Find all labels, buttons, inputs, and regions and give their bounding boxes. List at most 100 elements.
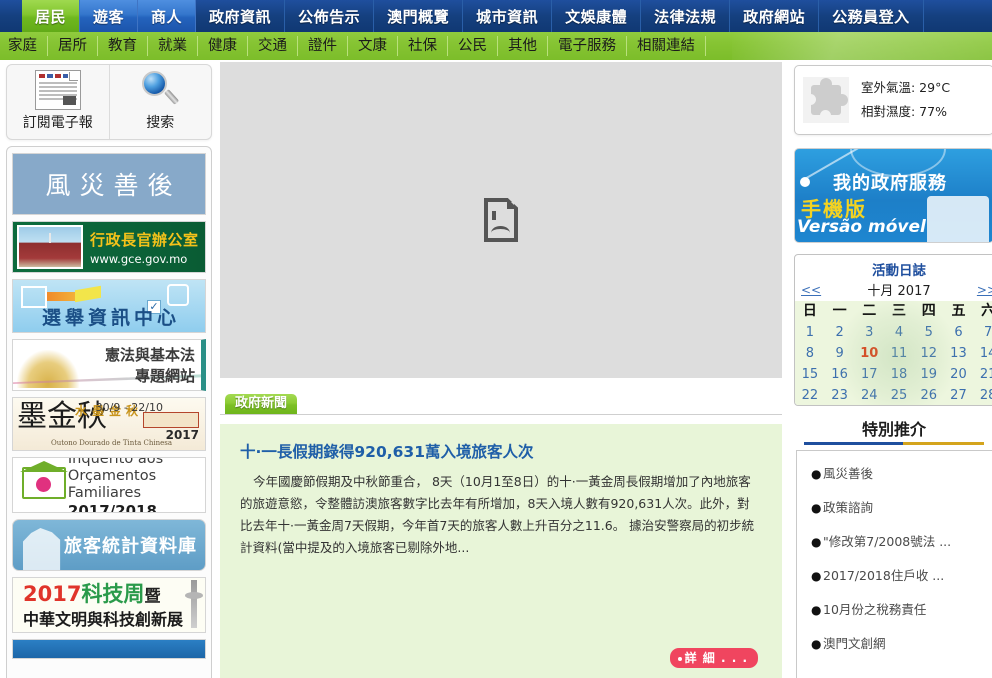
subnav-item-0[interactable]: 家庭 bbox=[0, 36, 48, 56]
calendar-day[interactable]: 2 bbox=[825, 322, 855, 343]
calendar-day[interactable]: 3 bbox=[854, 322, 884, 343]
subnav-item-5[interactable]: 交通 bbox=[248, 36, 298, 56]
banner-chief-executive-office[interactable]: 行政長官辦公室 www.gce.gov.mo bbox=[12, 221, 206, 273]
nav-tab-9[interactable]: 政府網站 bbox=[730, 0, 820, 32]
calendar-title: 活動日誌 bbox=[872, 263, 926, 279]
nav-tab-0[interactable]: 居民 bbox=[22, 0, 81, 32]
calendar-day[interactable]: 21 bbox=[973, 364, 992, 385]
featured-news-headline[interactable]: 十·一長假期錄得920,631萭入境旅客人次 bbox=[240, 440, 762, 462]
special-item[interactable]: ● 政策諮詢 bbox=[811, 497, 983, 516]
news-tab-row: 政府新聞 bbox=[220, 394, 782, 422]
nav-tab-7[interactable]: 文娛康體 bbox=[552, 0, 642, 32]
subnav-item-2[interactable]: 教育 bbox=[98, 36, 148, 56]
special-item[interactable]: ● 10月份之稅務責任 bbox=[811, 599, 983, 618]
calendar-prev-button[interactable]: << bbox=[801, 283, 821, 297]
banner-household-budget-survey[interactable]: Inquérito aos Orçamentos Familiares 2017… bbox=[12, 457, 206, 513]
subnav-item-10[interactable]: 其他 bbox=[498, 36, 548, 56]
subscribe-newsletter-button[interactable]: 訂閱電子報 bbox=[7, 65, 109, 139]
secondary-navigation: 家庭 居所 教育 就業 健康 交通 證件 文康 社保 公民 其他 電子服務 相關連結 bbox=[0, 32, 992, 60]
nav-tab-6[interactable]: 城市資訊 bbox=[463, 0, 553, 32]
subnav-item-4[interactable]: 健康 bbox=[198, 36, 248, 56]
special-item[interactable]: ● 澳門文創網 bbox=[811, 633, 983, 652]
nav-tab-3[interactable]: 政府資訊 bbox=[196, 0, 286, 32]
hero-image-placeholder[interactable] bbox=[220, 62, 782, 378]
calendar-day[interactable]: 15 bbox=[795, 364, 825, 385]
calendar-day[interactable]: 23 bbox=[825, 385, 855, 405]
subnav-item-9[interactable]: 公民 bbox=[448, 36, 498, 56]
left-sidebar: 訂閱電子報 搜索 風災善後 行政長官辦公室 www.gce.gov.mo ✓ 選… bbox=[0, 60, 218, 678]
banner-typhoon-recovery-title: 風災善後 bbox=[45, 171, 182, 200]
nav-tab-8[interactable]: 法律法規 bbox=[641, 0, 731, 32]
banner-ink-subtitle: Outono Dourado de Tinta Chinesa bbox=[51, 439, 172, 447]
calendar-day[interactable]: 5 bbox=[914, 322, 944, 343]
calendar-day[interactable]: 22 bbox=[795, 385, 825, 405]
tab-government-news[interactable]: 政府新聞 bbox=[225, 394, 298, 414]
calendar-day[interactable]: 20 bbox=[944, 364, 974, 385]
special-item[interactable]: ● 2017/2018住戶收 ... bbox=[811, 565, 983, 584]
calendar-weekday: 二 bbox=[862, 303, 877, 319]
subnav-item-3[interactable]: 就業 bbox=[148, 36, 198, 56]
calendar-day[interactable]: 26 bbox=[914, 385, 944, 405]
subnav-item-11[interactable]: 電子服務 bbox=[548, 36, 627, 56]
nav-tab-4[interactable]: 公佈告示 bbox=[285, 0, 375, 32]
calendar-day[interactable]: 11 bbox=[884, 343, 914, 364]
calendar-day[interactable]: 4 bbox=[884, 322, 914, 343]
calendar-day[interactable]: 28 bbox=[973, 385, 992, 405]
calendar-day[interactable]: 27 bbox=[944, 385, 974, 405]
subnav-item-12[interactable]: 相關連結 bbox=[627, 36, 706, 56]
calendar-day[interactable]: 24 bbox=[854, 385, 884, 405]
bullet-icon: ● bbox=[811, 467, 822, 481]
read-more-button[interactable]: 詳 細 . . . bbox=[669, 648, 758, 668]
banner-constitution-line1: 憲法與基本法 bbox=[104, 346, 195, 364]
banner-typhoon-recovery[interactable]: 風災善後 bbox=[12, 153, 206, 215]
banner-election-information-centre[interactable]: ✓ 選舉資訊中心 bbox=[12, 279, 206, 333]
mobile-banner-line3: Versão móvel bbox=[797, 217, 926, 237]
search-button[interactable]: 搜索 bbox=[108, 65, 212, 139]
calendar-day[interactable]: 18 bbox=[884, 364, 914, 385]
calendar-day[interactable]: 19 bbox=[914, 364, 944, 385]
missing-plugin-icon bbox=[803, 77, 849, 123]
calendar-weekday: 日 bbox=[802, 303, 817, 319]
special-item-label: 風災善後 bbox=[823, 466, 874, 481]
broken-image-icon bbox=[484, 198, 518, 242]
nav-tab-5[interactable]: 澳門概覽 bbox=[374, 0, 464, 32]
special-item[interactable]: ● "修改第7/2008號法 ... bbox=[811, 531, 983, 550]
subnav-item-8[interactable]: 社保 bbox=[398, 36, 448, 56]
calendar-day[interactable]: 12 bbox=[914, 343, 944, 364]
calendar-week-row: 15161718192021 bbox=[795, 364, 992, 385]
utility-box: 訂閱電子報 搜索 bbox=[6, 64, 212, 140]
nav-tab-1[interactable]: 遊客 bbox=[80, 0, 139, 32]
subnav-item-1[interactable]: 居所 bbox=[48, 36, 98, 56]
banner-ink-golden-autumn[interactable]: 墨金秋 水墨金秋 30/9 - 22/10 Outono Dourado de … bbox=[12, 397, 206, 451]
bullet-dot-icon bbox=[677, 656, 682, 661]
banner-partial[interactable] bbox=[12, 639, 206, 659]
calendar-day[interactable]: 10 bbox=[854, 343, 884, 364]
banner-tech-line2: 中華文明與科技創新展 bbox=[23, 610, 184, 629]
mobile-version-banner[interactable]: 我的政府服務 手機版 Versão móvel bbox=[794, 148, 992, 243]
subnav-item-6[interactable]: 證件 bbox=[298, 36, 348, 56]
special-item-label: "修改第7/2008號法 ... bbox=[823, 534, 952, 549]
calendar-day[interactable]: 8 bbox=[795, 343, 825, 364]
calendar-day[interactable]: 6 bbox=[944, 322, 974, 343]
search-icon bbox=[140, 70, 180, 110]
calendar-next-button[interactable]: >> bbox=[977, 283, 992, 297]
banner-visitor-statistics-database[interactable]: 旅客統計資料庫 bbox=[12, 519, 206, 571]
calendar-day[interactable]: 16 bbox=[825, 364, 855, 385]
subnav-item-7[interactable]: 文康 bbox=[348, 36, 398, 56]
calendar-day[interactable]: 14 bbox=[973, 343, 992, 364]
calendar-day[interactable]: 13 bbox=[944, 343, 974, 364]
calendar-weekday: 四 bbox=[921, 303, 936, 319]
calendar-day[interactable]: 7 bbox=[973, 322, 992, 343]
calendar-day[interactable]: 1 bbox=[795, 322, 825, 343]
calendar-day[interactable]: 9 bbox=[825, 343, 855, 364]
calendar-day[interactable]: 25 bbox=[884, 385, 914, 405]
mobile-banner-node bbox=[800, 177, 810, 187]
nav-tab-2[interactable]: 商人 bbox=[138, 0, 197, 32]
mobile-banner-building bbox=[927, 196, 989, 242]
special-item[interactable]: ● 風災善後 bbox=[811, 463, 983, 482]
banner-science-technology-week[interactable]: 2017科技周暨 中華文明與科技創新展 bbox=[12, 577, 206, 633]
banner-constitution-basic-law[interactable]: 憲法與基本法 專題網站 bbox=[12, 339, 206, 391]
nav-tab-10[interactable]: 公務員登入 bbox=[819, 0, 924, 32]
banner-tech-suffix: 暨 bbox=[144, 586, 161, 605]
calendar-day[interactable]: 17 bbox=[854, 364, 884, 385]
